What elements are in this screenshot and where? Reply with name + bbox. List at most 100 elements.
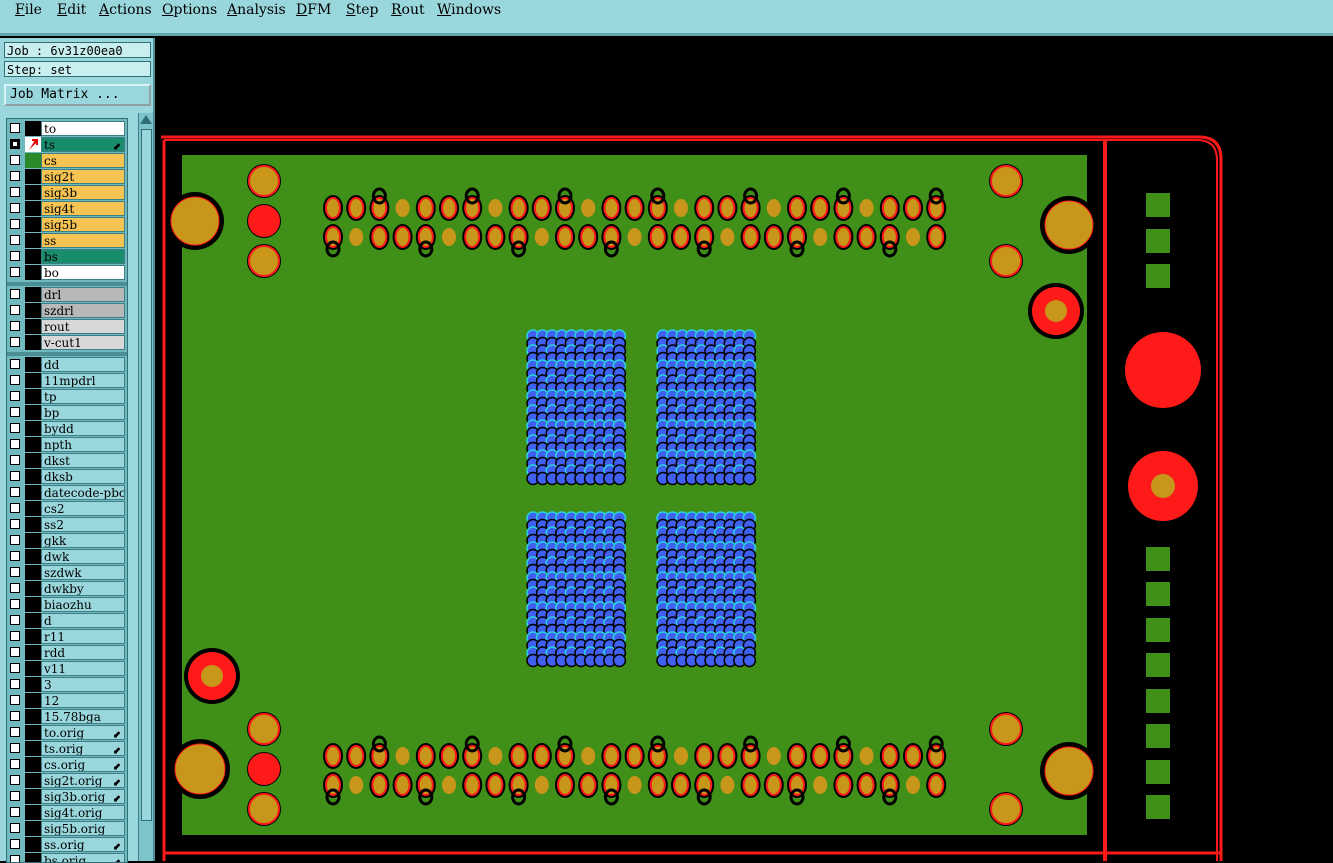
layer-name[interactable]: sig2t.orig ⬋ (41, 773, 125, 788)
layer-name[interactable]: bs.orig⬋ (41, 853, 125, 862)
layer-color-swatch[interactable] (25, 789, 41, 804)
graphic-canvas[interactable] (157, 38, 1333, 861)
layer-row-biaozhu[interactable]: biaozhu (7, 597, 127, 613)
layer-checkbox[interactable] (10, 567, 20, 577)
layer-color-swatch[interactable] (25, 405, 41, 420)
layer-name[interactable]: bo (41, 265, 125, 280)
layer-checkbox[interactable] (10, 839, 20, 849)
layer-checkbox[interactable] (10, 337, 20, 347)
layer-checkbox[interactable] (10, 455, 20, 465)
layer-color-swatch[interactable] (25, 629, 41, 644)
layer-checkbox[interactable] (10, 321, 20, 331)
layer-checkbox[interactable] (10, 471, 20, 481)
layer-row-gkk[interactable]: gkk (7, 533, 127, 549)
layer-color-swatch[interactable] (25, 121, 41, 136)
layer-checkbox[interactable] (10, 375, 20, 385)
layer-color-swatch[interactable] (25, 805, 41, 820)
layer-row-to.orig[interactable]: to.orig ⬋ (7, 725, 127, 741)
layer-name[interactable]: bydd (41, 421, 125, 436)
layer-color-swatch[interactable] (25, 217, 41, 232)
layer-color-swatch[interactable] (25, 837, 41, 852)
layer-color-swatch[interactable] (25, 287, 41, 302)
layer-color-swatch[interactable] (25, 249, 41, 264)
layer-checkbox[interactable] (10, 407, 20, 417)
menu-edit[interactable]: Edit (57, 2, 86, 18)
layer-checkbox[interactable] (10, 203, 20, 213)
layer-name[interactable]: biaozhu (41, 597, 125, 612)
layer-color-swatch[interactable] (25, 725, 41, 740)
layer-row-sig2t[interactable]: sig2t (7, 169, 127, 185)
layer-name[interactable]: szdwk (41, 565, 125, 580)
layer-row-d[interactable]: d (7, 613, 127, 629)
layer-name[interactable]: tp (41, 389, 125, 404)
layer-name[interactable]: dksb (41, 469, 125, 484)
menu-step[interactable]: Step (346, 2, 378, 18)
layer-checkbox[interactable] (10, 599, 20, 609)
layer-checkbox[interactable] (10, 615, 20, 625)
layer-checkbox[interactable] (10, 583, 20, 593)
layer-color-swatch[interactable] (25, 437, 41, 452)
layer-checkbox[interactable] (10, 519, 20, 529)
layer-row-sig3b[interactable]: sig3b (7, 185, 127, 201)
layer-checkbox[interactable] (10, 187, 20, 197)
layer-row-v-cut1[interactable]: v-cut1 (7, 335, 127, 351)
layer-row-sig3b.orig[interactable]: sig3b.orig ⬋ (7, 789, 127, 805)
layer-row-15.78bga[interactable]: 15.78bga (7, 709, 127, 725)
layer-color-swatch[interactable] (25, 613, 41, 628)
layer-color-swatch[interactable] (25, 501, 41, 516)
layer-row-dkst[interactable]: dkst (7, 453, 127, 469)
layer-row-drl[interactable]: drl (7, 287, 127, 303)
menu-analysis[interactable]: Analysis (227, 2, 286, 18)
layer-row-11mpdrl[interactable]: 11mpdrl (7, 373, 127, 389)
layer-row-r11[interactable]: r11 (7, 629, 127, 645)
scroll-thumb[interactable] (141, 129, 152, 821)
layer-checkbox[interactable] (10, 551, 20, 561)
layer-name[interactable]: npth (41, 437, 125, 452)
layer-name[interactable]: 15.78bga (41, 709, 125, 724)
layer-checkbox[interactable] (10, 823, 20, 833)
pcb-board-view[interactable] (157, 38, 1333, 861)
layer-row-rout[interactable]: rout (7, 319, 127, 335)
layer-row-datecode-pbo[interactable]: datecode-pbo (7, 485, 127, 501)
menu-rout[interactable]: Rout (391, 2, 425, 18)
layer-name[interactable]: datecode-pbo (41, 485, 125, 500)
layer-row-bs.orig[interactable]: bs.orig⬋ (7, 853, 127, 862)
layer-color-swatch[interactable] (25, 549, 41, 564)
layer-name[interactable]: szdrl (41, 303, 125, 318)
layer-checkbox[interactable] (10, 743, 20, 753)
layer-color-swatch[interactable] (25, 265, 41, 280)
layer-checkbox[interactable] (10, 391, 20, 401)
layer-name[interactable]: bp (41, 405, 125, 420)
layer-color-swatch[interactable] (25, 581, 41, 596)
layer-checkbox[interactable] (10, 679, 20, 689)
layer-name[interactable]: to.orig ⬋ (41, 725, 125, 740)
layer-checkbox[interactable] (10, 647, 20, 657)
layer-checkbox[interactable] (10, 855, 20, 862)
layer-row-sig2t.orig[interactable]: sig2t.orig ⬋ (7, 773, 127, 789)
layer-name[interactable]: v11 (41, 661, 125, 676)
layer-color-swatch[interactable] (25, 677, 41, 692)
layer-row-v11[interactable]: v11 (7, 661, 127, 677)
layer-checkbox[interactable] (10, 439, 20, 449)
layer-color-swatch[interactable] (25, 373, 41, 388)
layer-color-swatch[interactable] (25, 153, 41, 168)
layer-color-swatch[interactable] (25, 693, 41, 708)
layer-checkbox[interactable] (10, 289, 20, 299)
layer-row-npth[interactable]: npth (7, 437, 127, 453)
layer-color-swatch[interactable] (25, 661, 41, 676)
scroll-up-icon[interactable] (140, 115, 152, 124)
layer-checkbox[interactable] (10, 631, 20, 641)
layer-checkbox[interactable] (10, 219, 20, 229)
layer-checkbox[interactable] (10, 807, 20, 817)
layer-name[interactable]: to (41, 121, 125, 136)
layer-row-ss2[interactable]: ss2 (7, 517, 127, 533)
layer-row-bydd[interactable]: bydd (7, 421, 127, 437)
layer-name[interactable]: dd (41, 357, 125, 372)
menu-options[interactable]: Options (162, 2, 217, 18)
menu-actions[interactable]: Actions (99, 2, 152, 18)
layer-name[interactable]: sig4t.orig (41, 805, 125, 820)
layer-row-szdwk[interactable]: szdwk (7, 565, 127, 581)
layer-checkbox[interactable] (10, 171, 20, 181)
layer-row-ss[interactable]: ss (7, 233, 127, 249)
layer-name[interactable]: cs.orig ⬋ (41, 757, 125, 772)
